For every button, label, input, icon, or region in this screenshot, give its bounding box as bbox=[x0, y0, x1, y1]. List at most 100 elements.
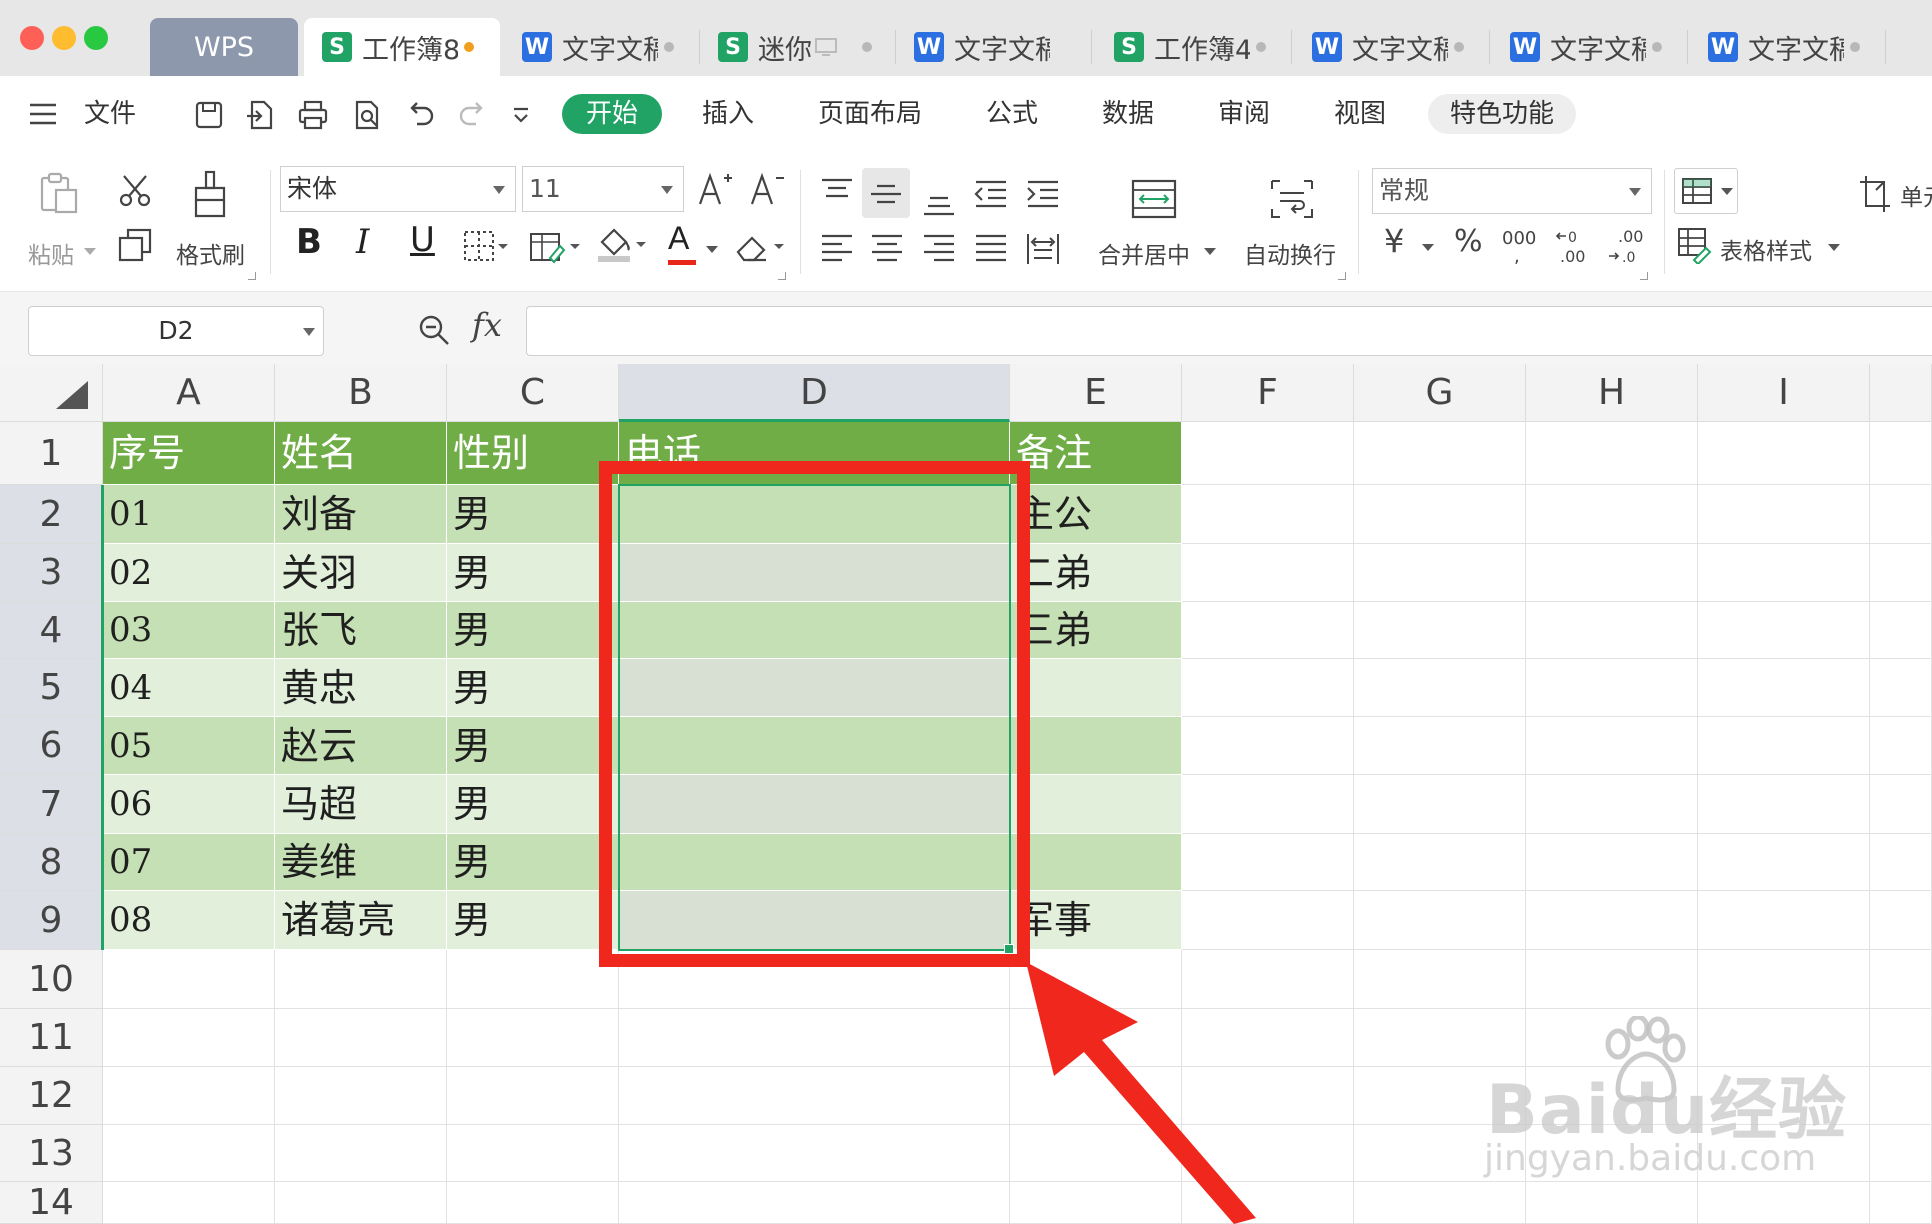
cell-h4[interactable] bbox=[1526, 602, 1698, 659]
column-header-b[interactable]: B bbox=[275, 364, 447, 422]
cell-a13[interactable] bbox=[103, 1125, 275, 1182]
row-header-14[interactable]: 14 bbox=[0, 1182, 103, 1224]
cell-b3[interactable]: 关羽 bbox=[275, 544, 447, 602]
cell-c4[interactable]: 男 bbox=[447, 602, 619, 659]
cell-h10[interactable] bbox=[1526, 950, 1698, 1009]
format-painter-icon[interactable] bbox=[190, 170, 230, 220]
cell-g2[interactable] bbox=[1354, 485, 1526, 544]
currency-format-button[interactable]: ¥ bbox=[1384, 222, 1404, 260]
cell-b8[interactable]: 姜维 bbox=[275, 834, 447, 891]
row-header-7[interactable]: 7 bbox=[0, 775, 103, 834]
tab-doc-3[interactable]: W 文字文稿 bbox=[1294, 18, 1490, 76]
select-all-button[interactable] bbox=[0, 364, 103, 422]
copy-icon[interactable] bbox=[116, 226, 154, 264]
cell-e2[interactable]: 主公 bbox=[1010, 485, 1182, 544]
row-header-12[interactable]: 12 bbox=[0, 1067, 103, 1125]
cell-a9[interactable]: 08 bbox=[103, 891, 275, 950]
cell-c11[interactable] bbox=[447, 1009, 619, 1067]
cell-i7[interactable] bbox=[1698, 775, 1870, 834]
file-menu[interactable]: 文件 bbox=[84, 96, 136, 132]
cell-c7[interactable]: 男 bbox=[447, 775, 619, 834]
cell-i6[interactable] bbox=[1698, 717, 1870, 775]
cell-g10[interactable] bbox=[1354, 950, 1526, 1009]
cell-g5[interactable] bbox=[1354, 659, 1526, 717]
cell-h14[interactable] bbox=[1526, 1182, 1698, 1224]
print-preview-icon[interactable] bbox=[350, 98, 384, 132]
cell-g14[interactable] bbox=[1354, 1182, 1526, 1224]
column-header-i[interactable]: I bbox=[1698, 364, 1870, 422]
column-header-f[interactable]: F bbox=[1182, 364, 1354, 422]
cell-i9[interactable] bbox=[1698, 891, 1870, 950]
cell-d14[interactable] bbox=[619, 1182, 1010, 1224]
cell-h2[interactable] bbox=[1526, 485, 1698, 544]
distributed-align-icon[interactable] bbox=[1024, 230, 1062, 268]
column-header-c[interactable]: C bbox=[447, 364, 619, 422]
cell-i14[interactable] bbox=[1698, 1182, 1870, 1224]
cell-i2[interactable] bbox=[1698, 485, 1870, 544]
cell-h7[interactable] bbox=[1526, 775, 1698, 834]
cell-options-icon[interactable] bbox=[1858, 174, 1892, 212]
cell-f2[interactable] bbox=[1182, 485, 1354, 544]
cell-j6[interactable] bbox=[1870, 717, 1932, 775]
cell-j12[interactable] bbox=[1870, 1067, 1932, 1125]
cell-d13[interactable] bbox=[619, 1125, 1010, 1182]
column-header-e[interactable]: E bbox=[1010, 364, 1182, 422]
clear-format-eraser-icon[interactable] bbox=[734, 228, 788, 266]
decrease-decimal-icon[interactable]: .00.0 bbox=[1606, 228, 1648, 268]
cell-c10[interactable] bbox=[447, 950, 619, 1009]
cell-c2[interactable]: 男 bbox=[447, 485, 619, 544]
cell-i1[interactable] bbox=[1698, 422, 1870, 485]
column-header-a[interactable]: A bbox=[103, 364, 275, 422]
cell-h9[interactable] bbox=[1526, 891, 1698, 950]
row-header-9[interactable]: 9 bbox=[0, 891, 103, 950]
table-format-button[interactable] bbox=[1674, 168, 1738, 214]
row-header-13[interactable]: 13 bbox=[0, 1125, 103, 1182]
cell-f9[interactable] bbox=[1182, 891, 1354, 950]
paste-icon[interactable] bbox=[36, 170, 82, 216]
cell-b5[interactable]: 黄忠 bbox=[275, 659, 447, 717]
table-style-icon[interactable] bbox=[1676, 226, 1712, 264]
cell-c3[interactable]: 男 bbox=[447, 544, 619, 602]
print-icon[interactable] bbox=[296, 98, 330, 132]
hamburger-menu-icon[interactable] bbox=[28, 99, 58, 129]
cell-i4[interactable] bbox=[1698, 602, 1870, 659]
cell-j2[interactable] bbox=[1870, 485, 1932, 544]
cell-j11[interactable] bbox=[1870, 1009, 1932, 1067]
cell-a2[interactable]: 01 bbox=[103, 485, 275, 544]
tab-start[interactable]: 开始 bbox=[562, 94, 662, 134]
row-header-4[interactable]: 4 bbox=[0, 602, 103, 659]
cell-a5[interactable]: 04 bbox=[103, 659, 275, 717]
merge-center-caret[interactable] bbox=[1204, 248, 1216, 255]
tab-page-layout[interactable]: 页面布局 bbox=[818, 96, 922, 132]
align-middle-button[interactable] bbox=[862, 168, 910, 218]
row-header-2[interactable]: 2 bbox=[0, 485, 103, 544]
underline-button[interactable]: U bbox=[410, 220, 435, 260]
save-icon[interactable] bbox=[192, 98, 226, 132]
export-pdf-icon[interactable] bbox=[243, 98, 277, 132]
cell-b14[interactable] bbox=[275, 1182, 447, 1224]
cell-d11[interactable] bbox=[619, 1009, 1010, 1067]
zoom-magnifier-icon[interactable] bbox=[416, 312, 452, 348]
cell-b12[interactable] bbox=[275, 1067, 447, 1125]
align-left-icon[interactable] bbox=[818, 230, 856, 268]
cell-j10[interactable] bbox=[1870, 950, 1932, 1009]
increase-decimal-icon[interactable]: 0.00 bbox=[1554, 228, 1596, 268]
cell-i5[interactable] bbox=[1698, 659, 1870, 717]
cell-f4[interactable] bbox=[1182, 602, 1354, 659]
cell-g1[interactable] bbox=[1354, 422, 1526, 485]
close-window-button[interactable] bbox=[20, 26, 44, 50]
cell-e6[interactable] bbox=[1010, 717, 1182, 775]
increase-indent-icon[interactable] bbox=[1024, 176, 1062, 214]
cell-b2[interactable]: 刘备 bbox=[275, 485, 447, 544]
cell-a1[interactable]: 序号 bbox=[103, 422, 275, 485]
cell-g4[interactable] bbox=[1354, 602, 1526, 659]
cut-icon[interactable] bbox=[116, 172, 154, 210]
cell-c9[interactable]: 男 bbox=[447, 891, 619, 950]
tab-data[interactable]: 数据 bbox=[1102, 96, 1154, 132]
align-center-icon[interactable] bbox=[868, 230, 906, 268]
cell-b1[interactable]: 姓名 bbox=[275, 422, 447, 485]
cell-j14[interactable] bbox=[1870, 1182, 1932, 1224]
merge-center-icon[interactable] bbox=[1130, 178, 1178, 220]
cell-a12[interactable] bbox=[103, 1067, 275, 1125]
cell-h6[interactable] bbox=[1526, 717, 1698, 775]
